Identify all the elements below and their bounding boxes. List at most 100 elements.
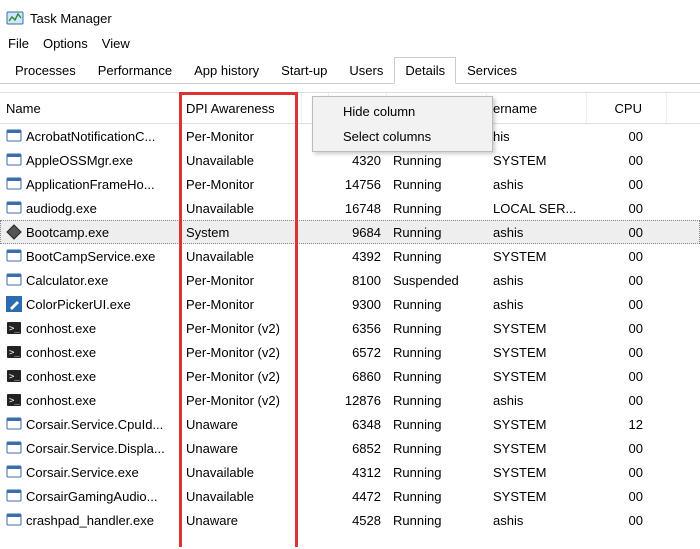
menu-options[interactable]: Options [43,36,88,51]
cell-pid: 6852 [329,441,387,456]
process-icon [6,272,22,288]
cell-status: Running [387,177,487,192]
svg-text:>_: >_ [9,396,20,406]
process-name: Bootcamp.exe [26,225,109,240]
cell-dpi: Unaware [180,417,302,432]
cell-username: SYSTEM [487,369,587,384]
cell-username: SYSTEM [487,321,587,336]
column-header-cpu[interactable]: CPU [587,93,667,123]
cell-cpu: 00 [587,489,667,504]
table-row[interactable]: Corsair.Service.Displa...Unaware6852Runn… [0,436,700,460]
cell-username: SYSTEM [487,345,587,360]
cell-dpi: Unaware [180,441,302,456]
cell-cpu: 00 [587,441,667,456]
cell-dpi: Unavailable [180,489,302,504]
cell-status: Running [387,489,487,504]
tab-details[interactable]: Details [394,57,456,84]
cell-status: Running [387,393,487,408]
process-icon [6,512,22,528]
cell-status: Running [387,369,487,384]
cell-pid: 6860 [329,369,387,384]
cell-cpu: 00 [587,249,667,264]
cell-status: Running [387,513,487,528]
svg-text:>_: >_ [9,348,20,358]
table-row[interactable]: CorsairGamingAudio...Unavailable4472Runn… [0,484,700,508]
table-row[interactable]: ColorPickerUI.exePer-Monitor9300Runninga… [0,292,700,316]
process-icon: >_ [6,392,22,408]
cell-dpi: Per-Monitor [180,129,302,144]
cell-username: ashis [487,513,587,528]
table-row[interactable]: >_conhost.exePer-Monitor (v2)6356Running… [0,316,700,340]
process-name: conhost.exe [26,393,96,408]
menu-item-hide-column[interactable]: Hide column [315,99,490,124]
cell-status: Running [387,441,487,456]
cell-pid: 4312 [329,465,387,480]
table-row[interactable]: ApplicationFrameHo...Per-Monitor14756Run… [0,172,700,196]
task-manager-icon [6,9,24,27]
process-icon [6,440,22,456]
process-icon [6,200,22,216]
cell-cpu: 00 [587,297,667,312]
table-row[interactable]: >_conhost.exePer-Monitor (v2)12876Runnin… [0,388,700,412]
cell-cpu: 00 [587,177,667,192]
cell-cpu: 00 [587,153,667,168]
table-row[interactable]: Bootcamp.exeSystem9684Runningashis00 [0,220,700,244]
column-header-username[interactable]: ername [487,93,587,123]
table-row[interactable]: >_conhost.exePer-Monitor (v2)6572Running… [0,340,700,364]
process-name: Corsair.Service.exe [26,465,139,480]
cell-status: Running [387,417,487,432]
tab-start-up[interactable]: Start-up [270,57,338,83]
table-row[interactable]: audiodg.exeUnavailable16748RunningLOCAL … [0,196,700,220]
cell-cpu: 00 [587,201,667,216]
cell-pid: 6348 [329,417,387,432]
cell-status: Running [387,345,487,360]
tab-users[interactable]: Users [338,57,394,83]
process-name: conhost.exe [26,345,96,360]
process-name: audiodg.exe [26,201,97,216]
cell-pid: 4392 [329,249,387,264]
title-bar: Task Manager [0,0,700,34]
cell-dpi: Unavailable [180,201,302,216]
tab-app-history[interactable]: App history [183,57,270,83]
tab-processes[interactable]: Processes [4,57,87,83]
table-row[interactable]: BootCampService.exeUnavailable4392Runnin… [0,244,700,268]
table-row[interactable]: Corsair.Service.exeUnavailable4312Runnin… [0,460,700,484]
cell-pid: 12876 [329,393,387,408]
cell-username: ashis [487,297,587,312]
cell-cpu: 00 [587,273,667,288]
table-row[interactable]: >_conhost.exePer-Monitor (v2)6860Running… [0,364,700,388]
process-name: ApplicationFrameHo... [26,177,155,192]
process-icon [6,296,22,312]
process-icon [6,152,22,168]
cell-status: Running [387,465,487,480]
cell-username: his [487,129,587,144]
cell-status: Running [387,153,487,168]
tab-performance[interactable]: Performance [87,57,183,83]
column-header-name[interactable]: Name [0,93,180,123]
cell-pid: 8100 [329,273,387,288]
cell-pid: 14756 [329,177,387,192]
process-name: Corsair.Service.CpuId... [26,417,163,432]
menu-item-select-columns[interactable]: Select columns [315,124,490,149]
tab-strip: ProcessesPerformanceApp historyStart-upU… [0,57,700,84]
cell-status: Running [387,321,487,336]
cell-username: ashis [487,225,587,240]
cell-cpu: 00 [587,321,667,336]
table-row[interactable]: Corsair.Service.CpuId... Unaware 6348Runni… [0,412,700,436]
cell-pid: 6356 [329,321,387,336]
cell-cpu: 00 [587,129,667,144]
cell-username: SYSTEM [487,465,587,480]
cell-username: SYSTEM [487,441,587,456]
menu-file[interactable]: File [8,36,29,51]
cell-cpu: 00 [587,225,667,240]
column-header-dpi[interactable]: DPI Awareness [180,93,302,123]
table-row[interactable]: Calculator.exePer-Monitor8100Suspendedas… [0,268,700,292]
cell-dpi: Per-Monitor (v2) [180,369,302,384]
cell-pid: 9684 [329,225,387,240]
process-icon [6,176,22,192]
table-row[interactable]: crashpad_handler.exeUnaware4528Runningas… [0,508,700,532]
cell-status: Running [387,201,487,216]
tab-services[interactable]: Services [456,57,528,83]
table-body: AcrobatNotificationC...Per-Monitorhis00A… [0,124,700,532]
menu-view[interactable]: View [102,36,130,51]
